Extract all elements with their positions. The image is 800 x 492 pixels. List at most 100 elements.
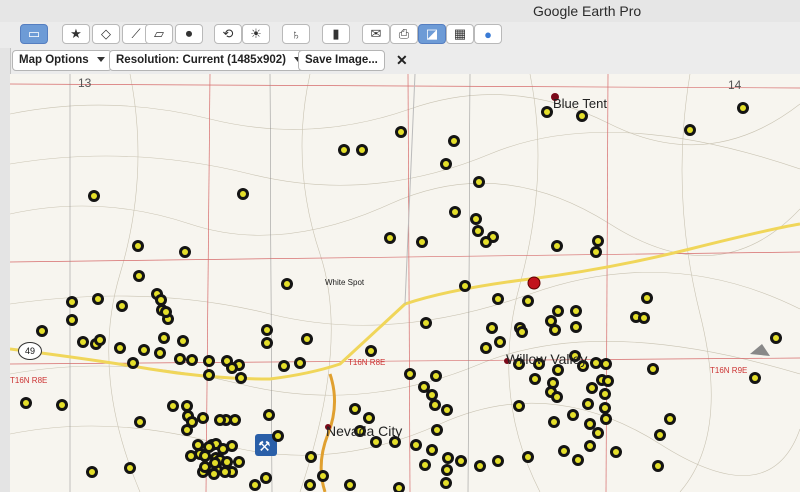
placemark-pin[interactable] <box>167 400 179 412</box>
placemark-pin[interactable] <box>36 325 48 337</box>
placemark-pin[interactable] <box>261 337 273 349</box>
placemark-pin[interactable] <box>558 445 570 457</box>
placemark-pin[interactable] <box>570 321 582 333</box>
placemark-pin[interactable] <box>570 305 582 317</box>
placemark-pin[interactable] <box>181 424 193 436</box>
placemark-pin[interactable] <box>590 246 602 258</box>
placemark-pin[interactable] <box>344 479 356 491</box>
placemark-pin[interactable] <box>197 412 209 424</box>
placemark-pin[interactable] <box>263 409 275 421</box>
placemark-pin[interactable] <box>219 466 231 478</box>
placemark-pin[interactable] <box>66 314 78 326</box>
placemark-pin[interactable] <box>592 427 604 439</box>
placemark-pin[interactable] <box>92 293 104 305</box>
view-in-maps-button[interactable]: ▦ <box>446 24 474 44</box>
placemark-pin[interactable] <box>548 416 560 428</box>
placemark-pin[interactable] <box>441 404 453 416</box>
placemark-pin[interactable] <box>304 479 316 491</box>
placemark-pin[interactable] <box>572 454 584 466</box>
placemark-pin[interactable] <box>249 479 261 491</box>
placemark-pin[interactable] <box>529 373 541 385</box>
placemark-pin[interactable] <box>261 324 273 336</box>
placemark-pin[interactable] <box>641 292 653 304</box>
placemark-pin[interactable] <box>365 345 377 357</box>
placemark-pin[interactable] <box>420 317 432 329</box>
placemark-pin[interactable] <box>430 370 442 382</box>
placemark-pin[interactable] <box>186 354 198 366</box>
placemark-pin[interactable] <box>338 144 350 156</box>
placemark-pin[interactable] <box>426 444 438 456</box>
placemark-pin[interactable] <box>174 353 186 365</box>
placemark-pin[interactable] <box>440 158 452 170</box>
placemark-pin[interactable] <box>134 416 146 428</box>
map-options-dropdown[interactable]: Map Options <box>12 50 112 71</box>
placemark-pin[interactable] <box>203 369 215 381</box>
placemark-pin[interactable] <box>419 459 431 471</box>
placemark-pin[interactable] <box>684 124 696 136</box>
placemark-pin[interactable] <box>600 413 612 425</box>
placemark-pin[interactable] <box>404 368 416 380</box>
placemark-pin[interactable] <box>86 466 98 478</box>
placemark-pin[interactable] <box>229 414 241 426</box>
placemark-pin[interactable] <box>226 362 238 374</box>
placemark-pin[interactable] <box>235 372 247 384</box>
map-view[interactable]: ⚒ 13 14 Blue Tent Willow Valley Nevada C… <box>10 74 800 492</box>
placemark-pin[interactable] <box>652 460 664 472</box>
placemark-pin[interactable] <box>278 360 290 372</box>
placemark-pin[interactable] <box>549 324 561 336</box>
placemark-pin[interactable] <box>20 397 32 409</box>
placemark-pin[interactable] <box>429 399 441 411</box>
placemark-pin[interactable] <box>124 462 136 474</box>
placemark-pin[interactable] <box>494 336 506 348</box>
placemark-pin[interactable] <box>541 106 553 118</box>
placemark-pin[interactable] <box>114 342 126 354</box>
placemark-pin[interactable] <box>294 357 306 369</box>
placemark-pin[interactable] <box>395 126 407 138</box>
placemark-pin[interactable] <box>480 236 492 248</box>
placemark-pin[interactable] <box>410 439 422 451</box>
placemark-pin[interactable] <box>441 464 453 476</box>
placemark-pin[interactable] <box>576 110 588 122</box>
placemark-pin[interactable] <box>647 363 659 375</box>
placemark-pin[interactable] <box>492 455 504 467</box>
placemark-pin[interactable] <box>237 188 249 200</box>
placemark-pin[interactable] <box>455 455 467 467</box>
ruler-button[interactable]: ▮ <box>322 24 350 44</box>
placemark-pin[interactable] <box>610 446 622 458</box>
placemark-pin[interactable] <box>602 375 614 387</box>
placemark-pin[interactable] <box>567 409 579 421</box>
placemark-pin[interactable] <box>305 451 317 463</box>
placemark-pin[interactable] <box>474 460 486 472</box>
placemark-pin[interactable] <box>94 334 106 346</box>
placemark-pin[interactable] <box>260 472 272 484</box>
placemark-pin[interactable] <box>214 414 226 426</box>
save-image-mode-button[interactable]: ◪ <box>418 24 446 44</box>
add-image-overlay-button[interactable]: ▱ <box>145 24 173 44</box>
placemark-pin[interactable] <box>179 246 191 258</box>
switch-sky-button[interactable]: ♄ <box>282 24 310 44</box>
placemark-pin[interactable] <box>449 206 461 218</box>
add-polygon-button[interactable]: ◇ <box>92 24 120 44</box>
placemark-pin[interactable] <box>470 213 482 225</box>
close-icon[interactable]: ✕ <box>396 52 408 69</box>
placemark-pin[interactable] <box>749 372 761 384</box>
placemark-pin[interactable] <box>160 306 172 318</box>
placemark-pin[interactable] <box>459 280 471 292</box>
placemark-pin[interactable] <box>185 450 197 462</box>
sunlight-button[interactable]: ☀ <box>242 24 270 44</box>
placemark-pin[interactable] <box>208 468 220 480</box>
placemark-pin[interactable] <box>486 322 498 334</box>
placemark-pin[interactable] <box>88 190 100 202</box>
record-tour-button[interactable]: ⏺ <box>175 24 203 44</box>
placemark-pin[interactable] <box>349 403 361 415</box>
placemark-pin[interactable] <box>272 430 284 442</box>
placemark-pin[interactable] <box>586 382 598 394</box>
placemark-pin[interactable] <box>281 278 293 290</box>
placemark-pin[interactable] <box>592 235 604 247</box>
placemark-pin[interactable] <box>416 236 428 248</box>
placemark-pin[interactable] <box>522 295 534 307</box>
placemark-pin[interactable] <box>133 270 145 282</box>
placemark-pin[interactable] <box>431 424 443 436</box>
placemark-pin[interactable] <box>356 144 368 156</box>
save-image-button[interactable]: Save Image... <box>298 50 385 71</box>
